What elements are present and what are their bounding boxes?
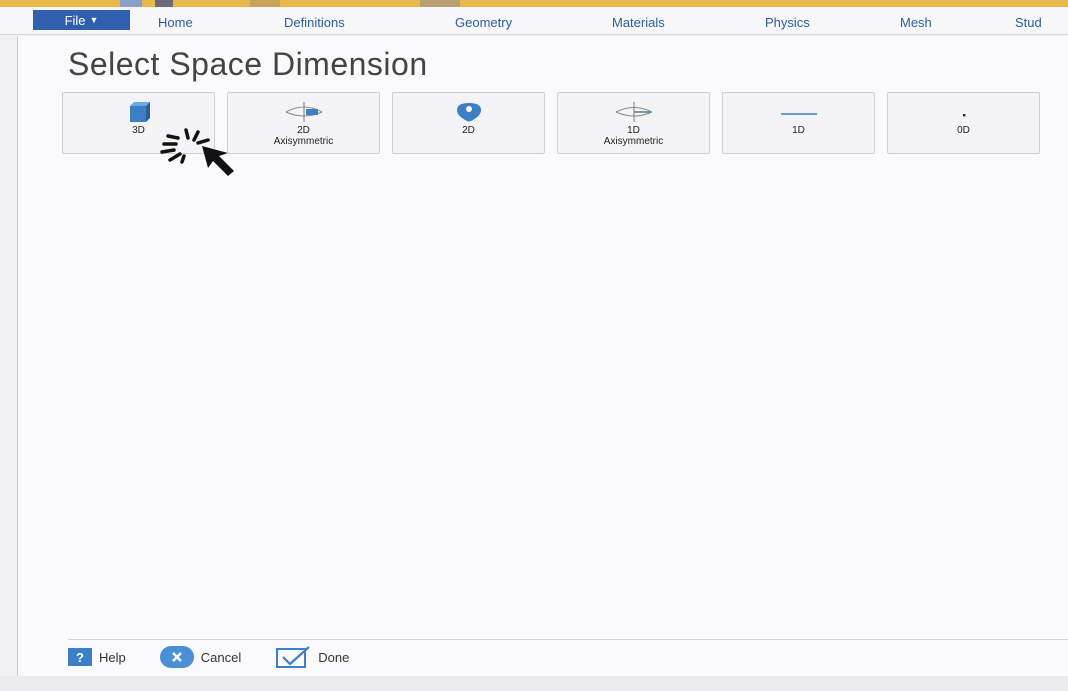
tab-definitions[interactable]: Definitions	[284, 15, 345, 30]
dimension-1d-axisymmetric-button[interactable]: 1D Axisymmetric	[557, 92, 710, 154]
cancel-button[interactable]: Cancel	[159, 646, 242, 668]
help-icon: ?	[68, 648, 92, 666]
dimension-2d-axisymmetric-button[interactable]: 2D Axisymmetric	[227, 92, 380, 154]
select-space-dimension-panel: Select Space Dimension 3D 2D Axisymmetri…	[18, 36, 1068, 676]
axisymmetric-1d-icon	[612, 99, 656, 125]
title-bar	[0, 0, 1068, 7]
tab-study[interactable]: Stud	[1015, 15, 1042, 30]
cube-3d-icon	[124, 99, 154, 125]
done-label: Done	[318, 649, 350, 665]
tab-home[interactable]: Home	[158, 15, 193, 30]
page-title: Select Space Dimension	[68, 46, 428, 82]
point-0d-icon	[954, 99, 974, 125]
quick-access-icon[interactable]	[155, 0, 173, 7]
dimension-label: 2D	[462, 125, 475, 136]
dimension-sublabel: Axisymmetric	[273, 136, 334, 147]
footer-divider	[68, 639, 1068, 640]
file-menu-tab[interactable]: File ▼	[33, 10, 130, 30]
tab-mesh[interactable]: Mesh	[900, 15, 932, 30]
checkbox-check-icon	[275, 646, 311, 668]
ribbon-tab-bar: File ▼ Home Definitions Geometry Materia…	[0, 7, 1068, 35]
dimension-label: 3D	[132, 125, 145, 136]
help-button[interactable]: ? Help	[68, 648, 126, 666]
status-bar	[0, 676, 1068, 691]
dimension-0d-button[interactable]: 0D	[887, 92, 1040, 154]
quick-access-icon[interactable]	[120, 0, 142, 7]
tab-geometry[interactable]: Geometry	[455, 15, 512, 30]
cancel-label: Cancel	[200, 649, 242, 665]
dialog-footer: ? Help Cancel Done	[68, 644, 383, 670]
dimension-3d-button[interactable]: 3D	[62, 92, 215, 154]
dimension-label: 1D	[627, 125, 640, 136]
file-menu-label: File	[64, 12, 86, 28]
axisymmetric-2d-icon	[282, 99, 326, 125]
quick-access-icon[interactable]	[250, 0, 280, 7]
chevron-down-icon: ▼	[89, 15, 99, 25]
dimension-label: 0D	[957, 125, 970, 136]
plane-2d-icon	[451, 99, 487, 125]
dimension-sublabel: Axisymmetric	[603, 136, 664, 147]
dimension-2d-button[interactable]: 2D	[392, 92, 545, 154]
done-button[interactable]: Done	[275, 646, 349, 668]
close-icon	[159, 646, 194, 668]
line-1d-icon	[777, 99, 821, 125]
tab-physics[interactable]: Physics	[765, 15, 810, 30]
dimension-1d-button[interactable]: 1D	[722, 92, 875, 154]
quick-access-icon[interactable]	[420, 0, 460, 7]
dimension-label: 2D	[297, 125, 310, 136]
tab-materials[interactable]: Materials	[612, 15, 665, 30]
app-window: File ▼ Home Definitions Geometry Materia…	[0, 0, 1068, 691]
help-label: Help	[99, 649, 126, 665]
dimension-label: 1D	[792, 125, 805, 136]
